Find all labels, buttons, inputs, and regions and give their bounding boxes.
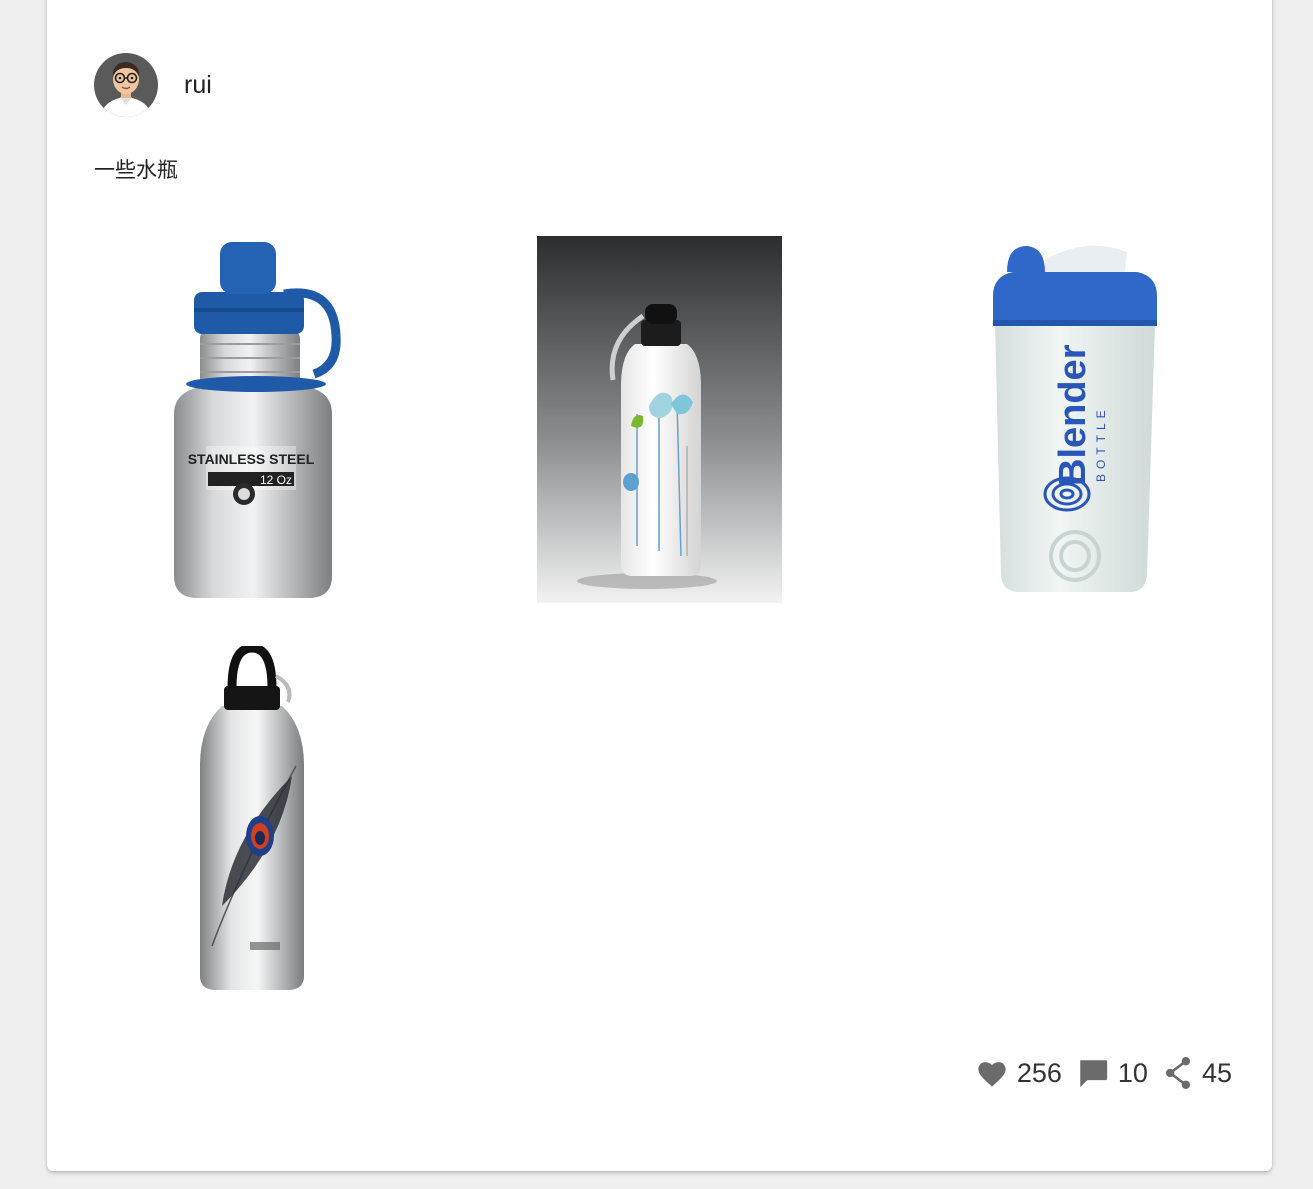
bottle-label-line2: 12 Oz xyxy=(260,473,292,487)
share-stat[interactable]: 45 xyxy=(1162,1056,1232,1090)
like-stat[interactable]: 256 xyxy=(975,1058,1062,1089)
image-blender-shaker-bottle[interactable]: Blender BOTTLE xyxy=(987,236,1162,603)
comment-stat[interactable]: 10 xyxy=(1076,1056,1148,1090)
post-card: rui 一些水瓶 STAINLESS STEEL 12 Oz Blender B… xyxy=(47,0,1272,1171)
heart-icon[interactable] xyxy=(975,1058,1009,1088)
image-peacock-feather-bottle[interactable] xyxy=(192,646,312,996)
comment-icon[interactable] xyxy=(1076,1056,1110,1090)
blender-brand-sub: BOTTLE xyxy=(1094,405,1108,482)
blender-brand-text: Blender xyxy=(1052,344,1094,486)
share-count: 45 xyxy=(1201,1057,1232,1088)
share-icon[interactable] xyxy=(1162,1056,1194,1090)
post-text: 一些水瓶 xyxy=(94,158,178,182)
image-white-floral-bottle[interactable] xyxy=(537,236,782,603)
avatar-icon xyxy=(94,53,158,117)
image-stainless-steel-bottle[interactable]: STAINLESS STEEL 12 Oz xyxy=(164,236,342,603)
avatar[interactable] xyxy=(94,53,158,117)
author-name[interactable]: rui xyxy=(184,71,212,100)
like-count: 256 xyxy=(1016,1057,1062,1088)
post-stats: 256 10 45 xyxy=(961,1056,1232,1090)
comment-count: 10 xyxy=(1117,1057,1148,1088)
bottle-label-line1: STAINLESS STEEL xyxy=(188,451,315,467)
post-header: rui xyxy=(94,53,212,117)
